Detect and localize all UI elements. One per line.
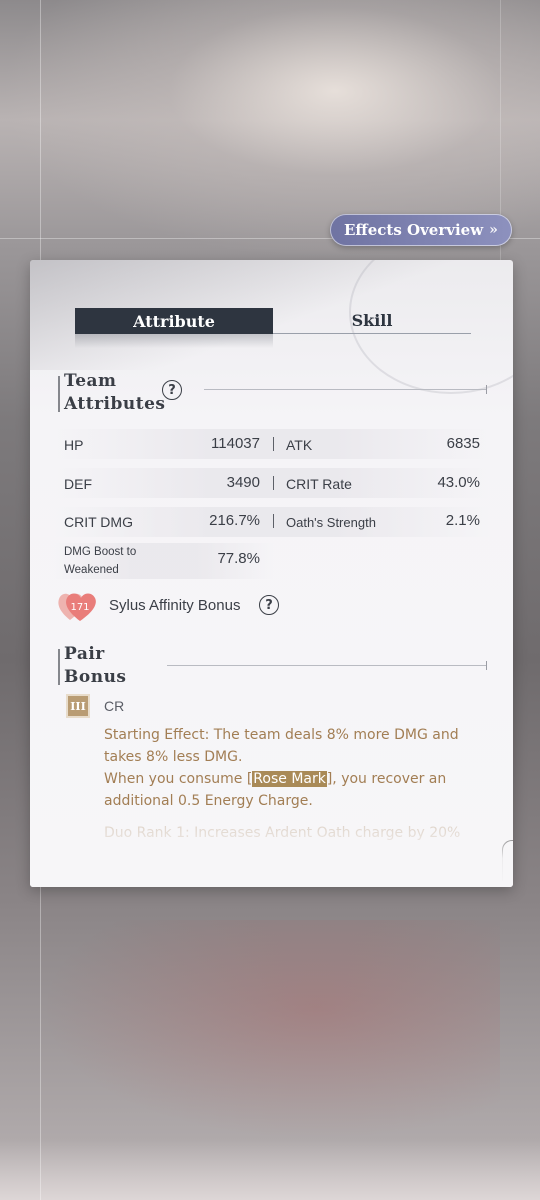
stat-dmg-boost-name-line1: DMG Boost to bbox=[64, 546, 137, 558]
effects-overview-button[interactable]: Effects Overview » bbox=[330, 214, 512, 246]
stat-crit-rate-value: 43.0% bbox=[437, 474, 480, 491]
tab-skill[interactable]: Skill bbox=[273, 308, 471, 334]
stat-separator bbox=[273, 437, 274, 451]
scroll-bracket bbox=[502, 840, 513, 881]
affinity-bonus-label: Sylus Affinity Bonus bbox=[109, 597, 241, 614]
team-attributes-heading-line2: Attributes bbox=[64, 394, 166, 414]
stat-separator bbox=[273, 476, 274, 490]
stat-dmg-boost-name-line2: Weakened bbox=[64, 564, 119, 576]
stat-atk-name: ATK bbox=[286, 437, 313, 453]
pair-bonus-effect: Starting Effect: The team deals 8% more … bbox=[104, 724, 484, 812]
stat-atk-value: 6835 bbox=[446, 435, 480, 452]
help-glyph: ? bbox=[168, 382, 176, 398]
effect-line-1: Starting Effect: The team deals 8% more … bbox=[104, 727, 459, 765]
affinity-level: 171 bbox=[70, 602, 89, 613]
help-glyph: ? bbox=[265, 597, 273, 613]
tab-skill-label: Skill bbox=[351, 311, 393, 330]
stat-dmg-boost-value: 77.8% bbox=[217, 550, 260, 567]
team-attributes-heading-line1: Team bbox=[64, 371, 117, 391]
stat-hp-name: HP bbox=[64, 437, 84, 453]
stat-crit-rate-name: CRIT Rate bbox=[286, 476, 352, 492]
duo-rank-effect: Duo Rank 1: Increases Ardent Oath charge… bbox=[104, 825, 461, 841]
team-attributes-heading: Team Attributes bbox=[58, 370, 166, 416]
affinity-help-icon[interactable]: ? bbox=[259, 595, 279, 615]
effect-line-2-pre: When you consume [ bbox=[104, 771, 253, 787]
stat-oath-strength-name: Oath's Strength bbox=[286, 515, 376, 530]
pair-bonus-heading-line1: Pair bbox=[64, 644, 105, 664]
tab-attribute-label: Attribute bbox=[133, 311, 215, 331]
stat-crit-dmg-name: CRIT DMG bbox=[64, 514, 133, 530]
pair-bonus-heading: Pair Bonus bbox=[58, 643, 127, 689]
effect-line-2: When you consume [Rose Mark], you recove… bbox=[104, 768, 484, 812]
stat-def-name: DEF bbox=[64, 476, 92, 492]
stat-separator bbox=[273, 514, 274, 528]
effects-overview-label: Effects Overview bbox=[344, 221, 484, 239]
background-deco-line bbox=[500, 0, 501, 300]
double-chevron-right-icon: » bbox=[489, 222, 498, 238]
tab-attribute[interactable]: Attribute bbox=[75, 308, 273, 348]
stat-oath-strength-value: 2.1% bbox=[445, 512, 480, 529]
stat-hp-value: 114037 bbox=[211, 435, 260, 452]
stat-def-value: 3490 bbox=[226, 474, 260, 491]
pair-bonus-divider bbox=[167, 661, 487, 670]
rank-numeral: III bbox=[70, 699, 86, 713]
attribute-panel: Attribute Skill Team Attributes ? HP 114… bbox=[30, 260, 513, 887]
team-attributes-help-icon[interactable]: ? bbox=[162, 380, 182, 400]
heart-icon: 171 bbox=[58, 593, 96, 621]
stat-crit-dmg-value: 216.7% bbox=[209, 512, 260, 529]
rank-badge: III bbox=[68, 696, 88, 716]
rose-mark-keyword[interactable]: Rose Mark bbox=[252, 771, 327, 787]
team-attributes-divider bbox=[204, 385, 487, 394]
stat-dmg-boost-name: DMG Boost to Weakened bbox=[64, 543, 136, 579]
pair-bonus-heading-line2: Bonus bbox=[64, 667, 127, 687]
rank-name: CR bbox=[104, 698, 125, 714]
